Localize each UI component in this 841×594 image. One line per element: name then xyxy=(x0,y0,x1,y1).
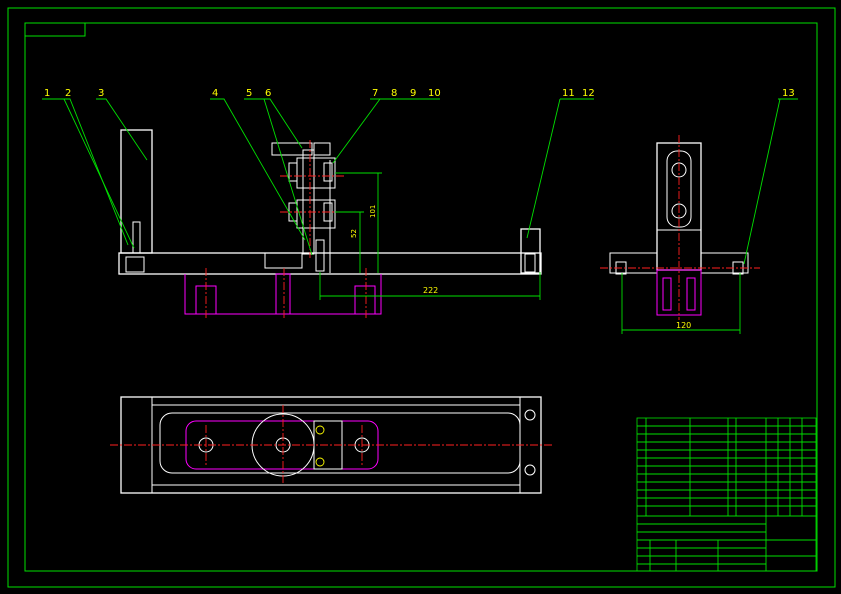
left-pin xyxy=(132,221,141,254)
balloon-1: 1 xyxy=(44,88,50,99)
middle-block xyxy=(264,252,303,269)
leader-lines xyxy=(42,98,798,265)
right-stop-bolt xyxy=(524,253,536,273)
corner-tag-box xyxy=(24,22,86,37)
outer-frame xyxy=(7,7,836,588)
upper-nut-right xyxy=(323,162,333,182)
balloon-7: 7 xyxy=(372,88,378,99)
dim-text-120: 120 xyxy=(676,321,691,330)
balloon-12: 12 xyxy=(582,88,595,99)
under-stud-right xyxy=(354,285,376,315)
upper-nut-left xyxy=(288,162,298,182)
balloon-8: 8 xyxy=(391,88,397,99)
balloon-9: 9 xyxy=(410,88,416,99)
underside-profile xyxy=(184,274,382,315)
title-block xyxy=(636,515,817,572)
balloon-labels: 1 2 3 4 5 6 7 8 9 10 11 12 13 xyxy=(44,88,795,99)
dim-text-222: 222 xyxy=(423,286,438,295)
balloon-4: 4 xyxy=(212,88,218,99)
balloon-3: 3 xyxy=(98,88,104,99)
balloon-2: 2 xyxy=(65,88,71,99)
balloon-13: 13 xyxy=(782,88,795,99)
side-view: 120 xyxy=(600,135,760,334)
balloon-11: 11 xyxy=(562,88,575,99)
left-pin-seat xyxy=(125,256,145,273)
dim-text-101: 101 xyxy=(369,205,377,218)
arm-end xyxy=(313,142,331,156)
parts-list xyxy=(636,417,817,517)
top-view xyxy=(110,396,552,494)
front-view: 222 52 101 xyxy=(118,129,542,318)
clamp-post xyxy=(302,149,315,255)
balloon-6: 6 xyxy=(265,88,271,99)
balloon-5: 5 xyxy=(246,88,252,99)
right-stop xyxy=(520,228,541,274)
left-upright xyxy=(120,129,153,254)
top-slot xyxy=(159,412,521,474)
inner-border xyxy=(24,22,818,572)
small-pin xyxy=(315,239,325,272)
drawing-canvas: 222 52 101 120 1 2 3 4 5 6 7 8 9 10 11 1… xyxy=(7,7,836,588)
dim-text-52: 52 xyxy=(350,229,358,238)
balloon-10: 10 xyxy=(428,88,441,99)
under-stud-mid xyxy=(275,273,291,315)
